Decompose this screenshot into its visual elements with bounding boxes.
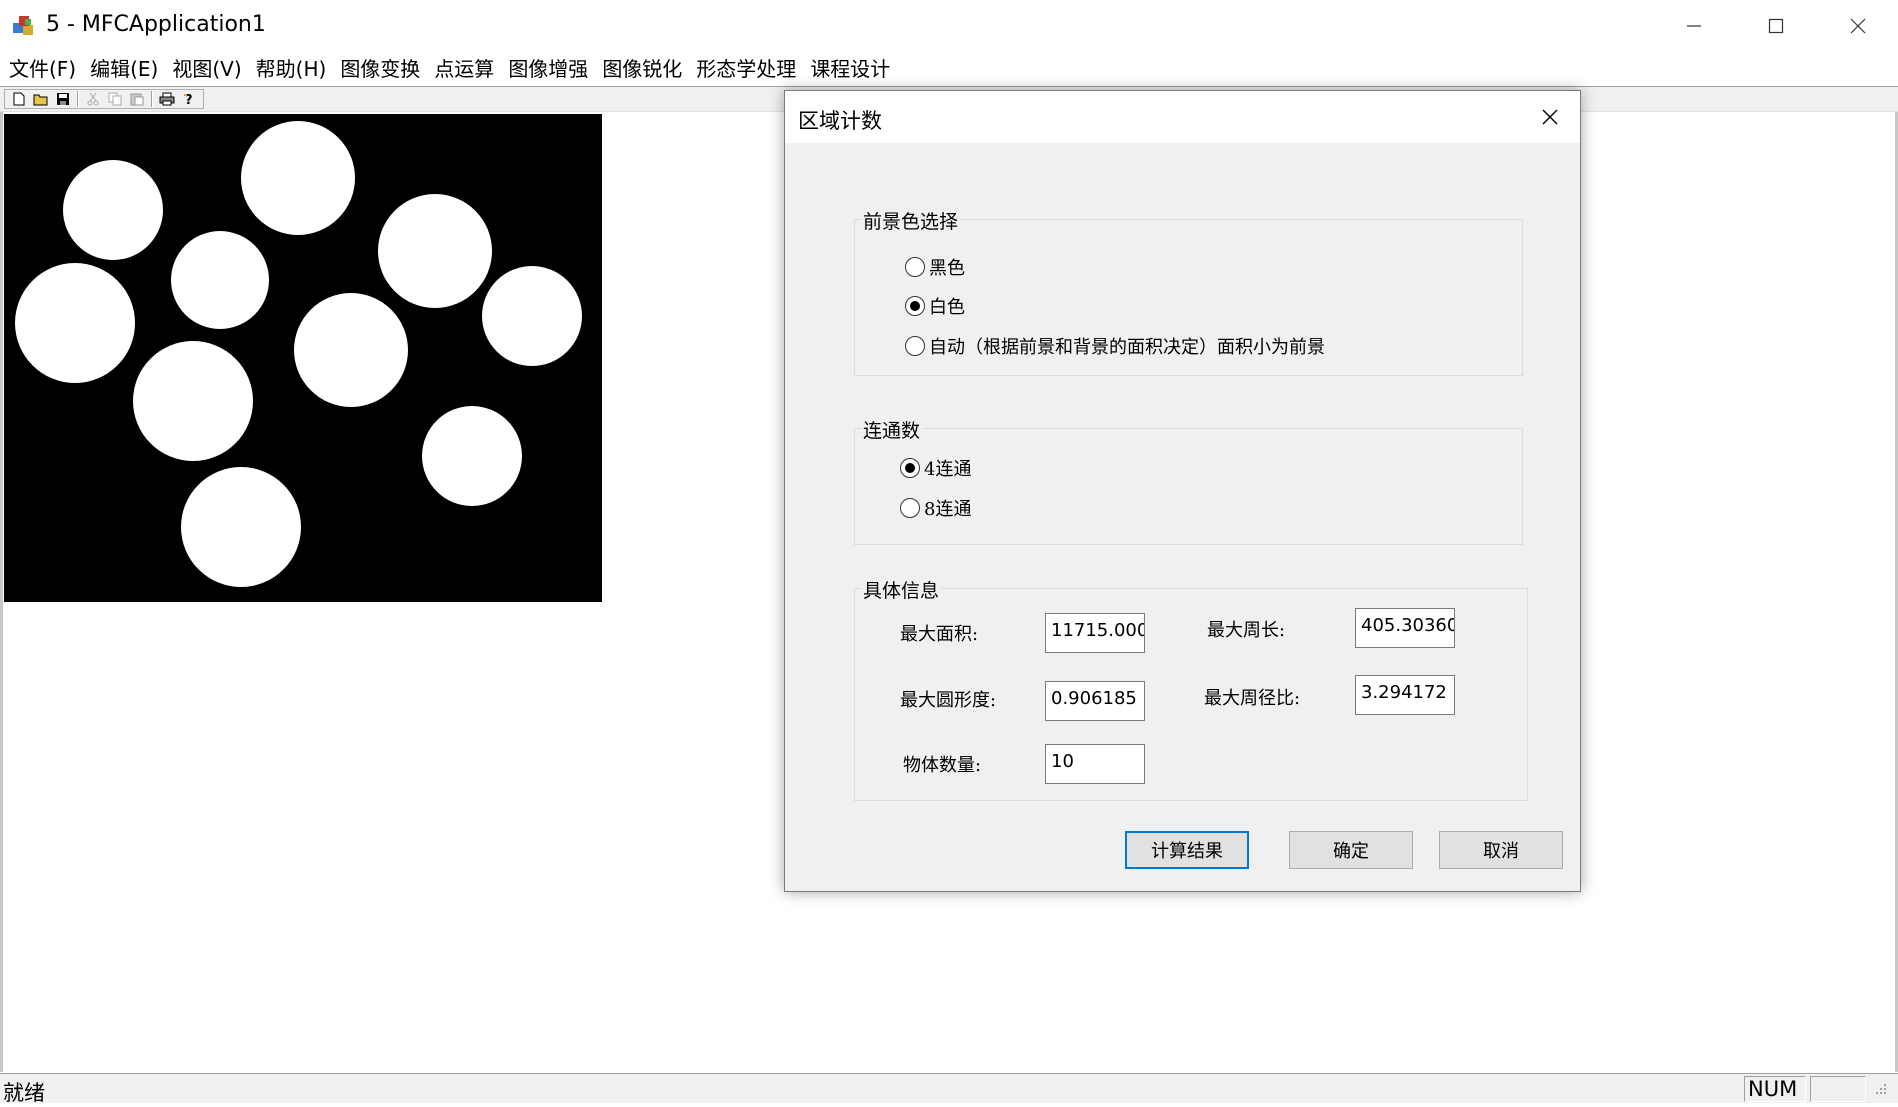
region-blob [294,293,408,407]
menu-image-enhance[interactable]: 图像增强 [501,52,595,86]
print-button[interactable] [156,90,178,108]
region-count-dialog: 区域计数 前景色选择 黑色 白色 自动（根据前景和背景的面积决定）面积小为前景 [784,90,1581,892]
max-circularity-label: 最大圆形度: [900,690,997,711]
max-ratio-label: 最大周径比: [1204,688,1301,709]
open-button[interactable] [30,90,52,108]
menu-point-ops[interactable]: 点运算 [427,52,501,86]
new-button[interactable] [8,90,30,108]
region-blob [378,194,492,308]
connectivity-group-label: 连通数 [861,416,923,443]
status-num: NUM [1748,1077,1798,1101]
ok-button[interactable]: 确定 [1289,831,1413,869]
close-button[interactable] [1818,0,1898,52]
radio-auto[interactable]: 自动（根据前景和背景的面积决定）面积小为前景 [905,333,1325,359]
paste-button[interactable] [126,90,148,108]
toolbar-separator [77,91,79,107]
toolbar-group: ? [4,89,204,109]
menu-course-design[interactable]: 课程设计 [803,52,897,86]
object-count-label: 物体数量: [903,755,982,776]
menu-edit[interactable]: 编辑(E) [83,52,165,86]
foreground-group-label: 前景色选择 [861,207,961,234]
object-count-field[interactable]: 10 [1045,744,1145,784]
minimize-icon [1687,25,1701,27]
menu-morphology[interactable]: 形态学处理 [689,52,803,86]
radio-white-label: 白色 [929,297,965,318]
status-bar: 就绪 NUM [0,1073,1898,1105]
connectivity-group: 连通数 4连通 8连通 [854,416,1523,545]
dialog-close-button[interactable] [1520,91,1580,143]
region-blob [15,263,135,383]
menu-image-sharpen[interactable]: 图像锐化 [595,52,689,86]
save-icon [57,93,69,105]
cut-button[interactable] [82,90,104,108]
radio-black-button[interactable] [905,257,925,277]
max-perimeter-label: 最大周长: [1207,620,1286,641]
help-icon: ? [184,93,193,106]
dialog-title-bar: 区域计数 [785,91,1580,143]
radio-auto-button[interactable] [905,336,925,356]
dialog-title: 区域计数 [798,109,882,133]
title-bar: 5 - MFCApplication1 [0,0,1898,52]
radio-white[interactable]: 白色 [905,293,965,319]
save-button[interactable] [52,90,74,108]
radio-4-connected-label: 4连通 [924,459,972,480]
close-icon [1850,18,1866,34]
max-circularity-field[interactable]: 0.906185 [1045,681,1145,721]
max-area-label: 最大面积: [900,624,979,645]
radio-white-button[interactable] [905,296,925,316]
binary-image [4,114,602,602]
paste-icon [130,93,144,106]
window-title: 5 - MFCApplication1 [46,12,266,37]
radio-8-connected[interactable]: 8连通 [900,495,971,521]
main-window: 5 - MFCApplication1 文件(F) 编辑(E) 视图(V) 帮助… [0,0,1898,1105]
menu-view[interactable]: 视图(V) [165,52,248,86]
menu-help[interactable]: 帮助(H) [249,52,334,86]
toolbar-separator [151,91,153,107]
region-blob [171,231,269,329]
region-blob [482,266,582,366]
menu-bar: 文件(F) 编辑(E) 视图(V) 帮助(H) 图像变换 点运算 图像增强 图像… [0,52,1898,86]
foreground-group: 前景色选择 黑色 白色 自动（根据前景和背景的面积决定）面积小为前景 [854,207,1523,376]
help-button[interactable]: ? [178,90,200,108]
max-area-field[interactable]: 11715.0000 [1045,613,1145,653]
copy-button[interactable] [104,90,126,108]
menu-image-transform[interactable]: 图像变换 [333,52,427,86]
cut-icon [87,92,99,106]
copy-icon [108,92,122,106]
new-icon [13,92,25,106]
region-blob [241,121,355,235]
region-blob [133,341,253,461]
radio-8-connected-button[interactable] [900,498,920,518]
info-group-label: 具体信息 [861,576,942,603]
print-icon [159,92,175,106]
region-blob [63,160,163,260]
radio-4-connected[interactable]: 4连通 [900,455,971,481]
region-blob [181,467,301,587]
minimize-button[interactable] [1654,0,1734,52]
maximize-icon [1768,18,1784,34]
menu-file[interactable]: 文件(F) [2,52,83,86]
max-perimeter-field[interactable]: 405.303604 [1355,608,1455,648]
cancel-button[interactable]: 取消 [1439,831,1563,869]
close-icon [1542,109,1558,125]
radio-black-label: 黑色 [929,258,965,279]
status-pane [1810,1076,1866,1102]
region-blob [422,406,522,506]
radio-black[interactable]: 黑色 [905,254,965,280]
maximize-button[interactable] [1736,0,1816,52]
max-ratio-field[interactable]: 3.294172 [1355,675,1455,715]
app-icon [13,16,33,35]
radio-4-connected-button[interactable] [900,458,920,478]
open-icon [33,94,48,106]
resize-grip-icon[interactable] [1870,1082,1890,1102]
radio-8-connected-label: 8连通 [924,499,972,520]
radio-auto-label: 自动（根据前景和背景的面积决定）面积小为前景 [929,337,1325,358]
compute-button[interactable]: 计算结果 [1125,831,1249,869]
